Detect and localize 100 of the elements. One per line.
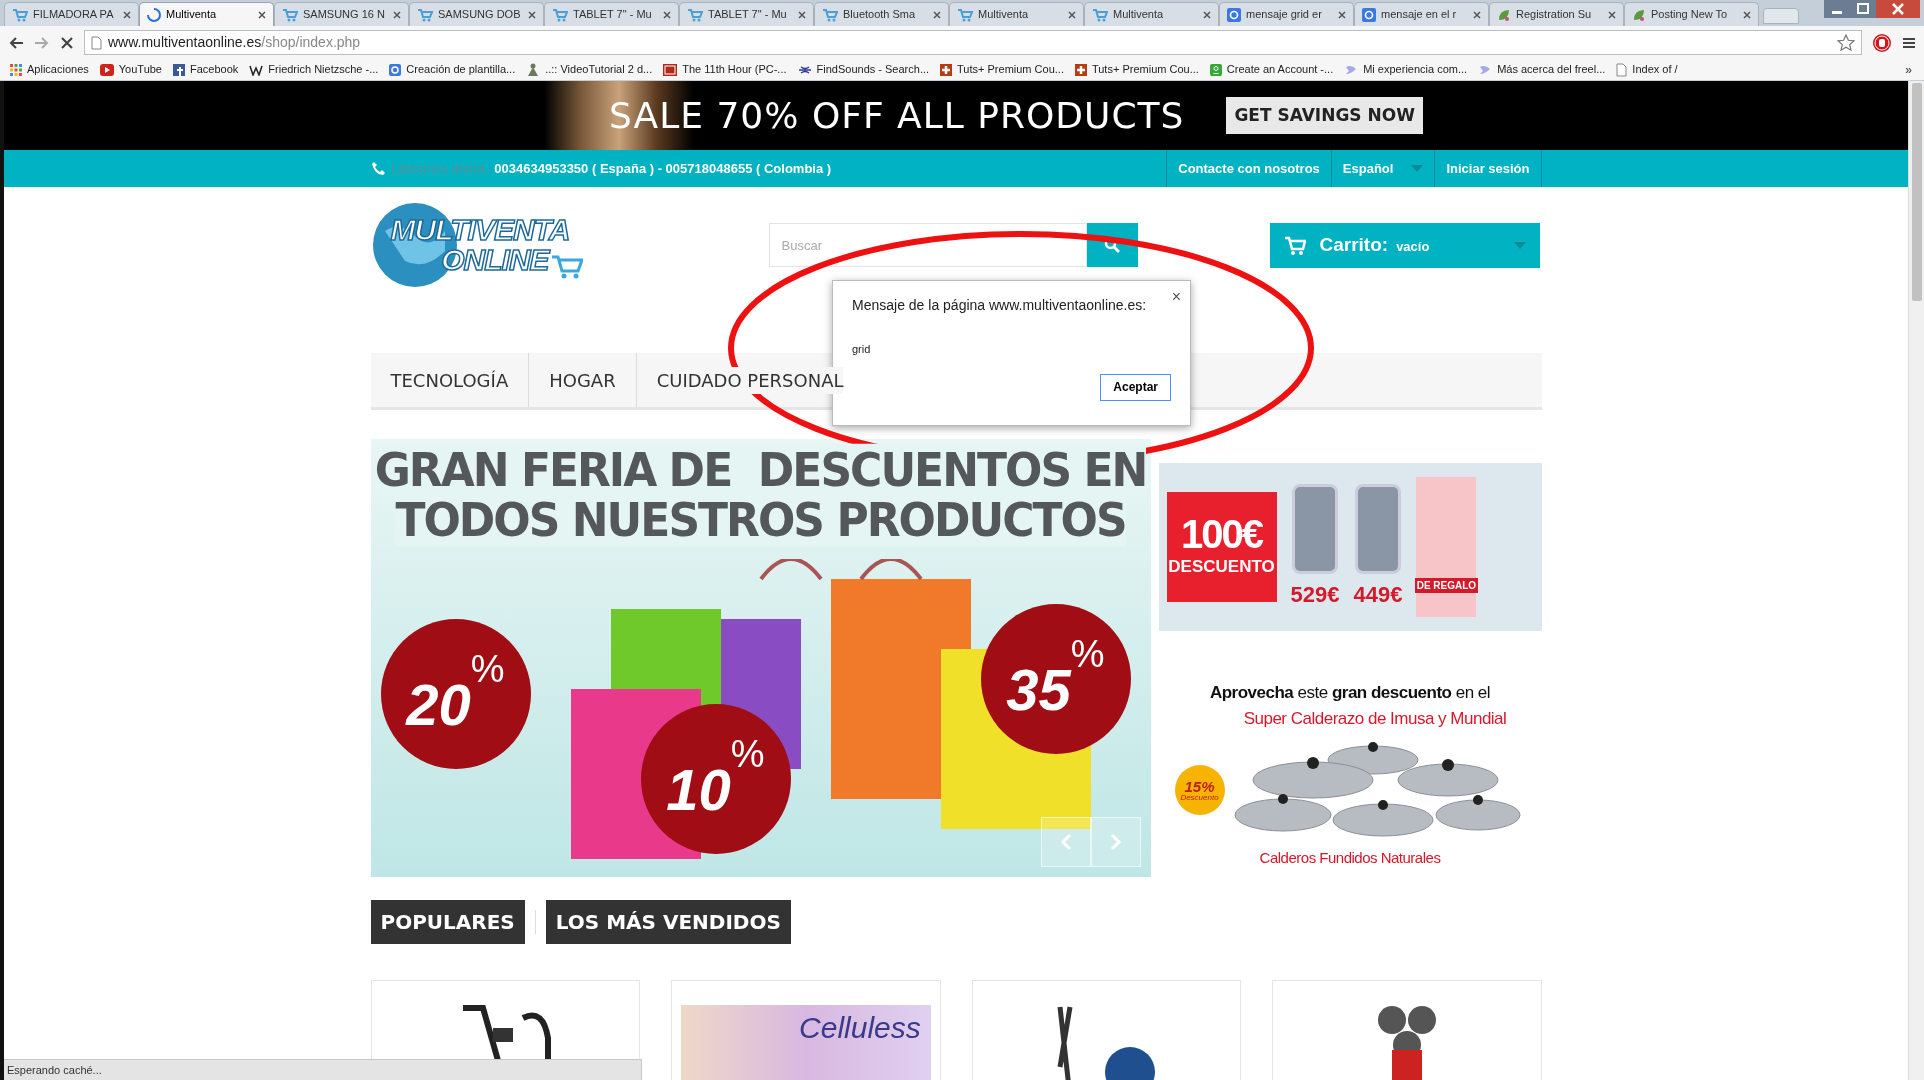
search-field[interactable]: Buscar	[768, 223, 1087, 267]
menu-icon[interactable]	[1902, 35, 1916, 50]
close-icon[interactable]	[1876, 0, 1920, 18]
browser-tab[interactable]: mensaje grid er	[1219, 2, 1354, 26]
wave-icon	[797, 63, 812, 76]
scrollbar[interactable]	[1908, 81, 1924, 1080]
discount-number: 35	[1006, 655, 1071, 724]
gift-label: DE REGALO	[1414, 578, 1479, 593]
dropdown-caret-icon	[1513, 242, 1526, 249]
browser-tab[interactable]: Bluetooth Sma	[814, 2, 949, 26]
stop-icon[interactable]	[60, 35, 74, 50]
close-icon[interactable]	[258, 10, 266, 19]
bookmark-item[interactable]: Friedrich Nietzsche -...	[249, 61, 379, 78]
chevron-left-icon	[1059, 833, 1072, 851]
address-bar[interactable]: www.multiventaonline.es/shop/index.php	[84, 30, 1862, 55]
scrollbar-thumb[interactable]	[1911, 83, 1922, 301]
price: 449€	[1353, 580, 1403, 609]
plus-icon	[1074, 63, 1087, 76]
bookmark-item[interactable]: Create an Account -...	[1209, 61, 1334, 78]
tab-title: mensaje en el r	[1381, 7, 1458, 23]
bookmark-item[interactable]: Index of /	[1616, 61, 1678, 78]
browser-tab[interactable]: Posting New To	[1624, 2, 1759, 26]
browser-tab[interactable]: Multiventa	[949, 2, 1084, 26]
bookmark-item[interactable]: Tuts+ Premium Cou...	[940, 61, 1064, 78]
bookmark-item[interactable]: Mi experiencia com...	[1344, 61, 1468, 78]
close-icon[interactable]	[933, 10, 941, 19]
accept-button[interactable]: Aceptar	[1100, 373, 1171, 401]
back-arrow-icon[interactable]	[8, 35, 24, 50]
minimize-icon[interactable]	[1824, 0, 1850, 18]
figure-icon	[526, 62, 541, 77]
product-card[interactable]	[1272, 980, 1542, 1080]
grid-icon	[10, 63, 22, 76]
star-icon[interactable]	[1837, 34, 1855, 51]
promo-text: Super Calderazo de Imusa y Mundial	[1243, 707, 1507, 730]
menu-item[interactable]: CUIDADO PERSONAL	[656, 366, 844, 394]
cart-icon	[12, 7, 28, 22]
close-icon[interactable]	[1608, 10, 1616, 19]
bookmark-item[interactable]: Aplicaciones	[10, 61, 89, 78]
browser-tab[interactable]: Multiventa	[139, 2, 274, 26]
tab-title: TABLET 7" - Mu	[573, 7, 653, 23]
more-bookmarks-button[interactable]: »	[1905, 60, 1912, 79]
close-icon[interactable]	[1473, 10, 1481, 19]
page-icon	[91, 35, 102, 50]
cart-label: Carrito:	[1319, 233, 1389, 258]
contact-label: Llámanos ahora:	[391, 159, 489, 178]
close-icon[interactable]	[1068, 10, 1076, 19]
bookmark-item[interactable]: FindSounds - Search...	[797, 61, 930, 78]
browser-tab[interactable]: FILMADORA PA	[4, 2, 139, 26]
product-tab[interactable]: POPULARES	[370, 900, 525, 944]
dialog-title: Mensaje de la página www.multiventaonline.es:	[852, 296, 1148, 315]
percent-sign: %	[730, 731, 765, 775]
bookmark-item[interactable]: Tuts+ Premium Cou...	[1074, 61, 1199, 78]
bookmark-item[interactable]: The 11th Hour (PC-...	[663, 61, 787, 78]
browser-tab[interactable]: TABLET 7" - Mu	[679, 2, 814, 26]
close-icon[interactable]	[663, 10, 671, 19]
status-bar: Esperando caché...	[4, 1059, 642, 1080]
product-card[interactable]: Celluless	[671, 980, 941, 1080]
close-icon[interactable]	[528, 10, 536, 19]
cart-icon	[417, 7, 433, 22]
cart-icon	[822, 7, 838, 22]
browser-tab[interactable]: mensaje en el r	[1354, 2, 1489, 26]
phone-numbers: 0034634953350 ( España ) - 005718048655 ( Colombia )	[494, 159, 832, 178]
bookmark-item[interactable]: Más acerca del freel...	[1478, 61, 1606, 78]
price: 529€	[1290, 580, 1340, 609]
browser-tab[interactable]: SAMSUNG 16 N	[274, 2, 409, 26]
browser-tab[interactable]: Multiventa	[1084, 2, 1219, 26]
leaf-icon	[1497, 7, 1511, 22]
bookmark-item[interactable]: Creación de plantilla...	[389, 61, 516, 78]
stop-sign-icon[interactable]	[1872, 32, 1892, 53]
product-tab[interactable]: LOS MÁS VENDIDOS	[545, 900, 791, 944]
savings-button[interactable]: GET SAVINGS NOW	[1226, 96, 1423, 135]
close-icon[interactable]	[798, 10, 806, 19]
url-text: www.multiventaonline.es/shop/index.php	[108, 33, 361, 52]
tab-title: TABLET 7" - Mu	[708, 7, 788, 23]
letter-tile-icon	[1227, 7, 1241, 22]
cart-status: vacío	[1396, 238, 1430, 257]
close-icon[interactable]	[1338, 10, 1346, 19]
cart-icon	[687, 7, 703, 22]
discount-number: 10	[666, 755, 731, 824]
tab-title: Multiventa	[1113, 7, 1165, 23]
browser-tab[interactable]: TABLET 7" - Mu	[544, 2, 679, 26]
browser-tab[interactable]: SAMSUNG DOB	[409, 2, 544, 26]
person-icon	[1209, 63, 1222, 76]
close-icon[interactable]	[123, 10, 131, 19]
tab-title: SAMSUNG DOB	[438, 7, 522, 23]
browser-tab[interactable]: Registration Su	[1489, 2, 1624, 26]
bookmark-item[interactable]: Facebook	[173, 61, 239, 78]
discount-amount: 100€	[1181, 514, 1262, 555]
tab-title: Multiventa	[978, 7, 1030, 23]
bookmark-item[interactable]: YouTube	[99, 61, 162, 78]
maximize-icon[interactable]	[1850, 0, 1876, 18]
tv-icon	[663, 63, 678, 76]
close-icon[interactable]	[393, 10, 401, 19]
product-card[interactable]	[971, 980, 1241, 1080]
tab-title: Multiventa	[166, 7, 218, 23]
bookmark-item[interactable]: ..:: VideoTutorial 2 d...	[526, 61, 653, 78]
tab-title: SAMSUNG 16 N	[303, 7, 386, 23]
close-button[interactable]: ×	[1171, 285, 1181, 309]
close-icon[interactable]	[1743, 10, 1751, 19]
close-icon[interactable]	[1203, 10, 1211, 19]
